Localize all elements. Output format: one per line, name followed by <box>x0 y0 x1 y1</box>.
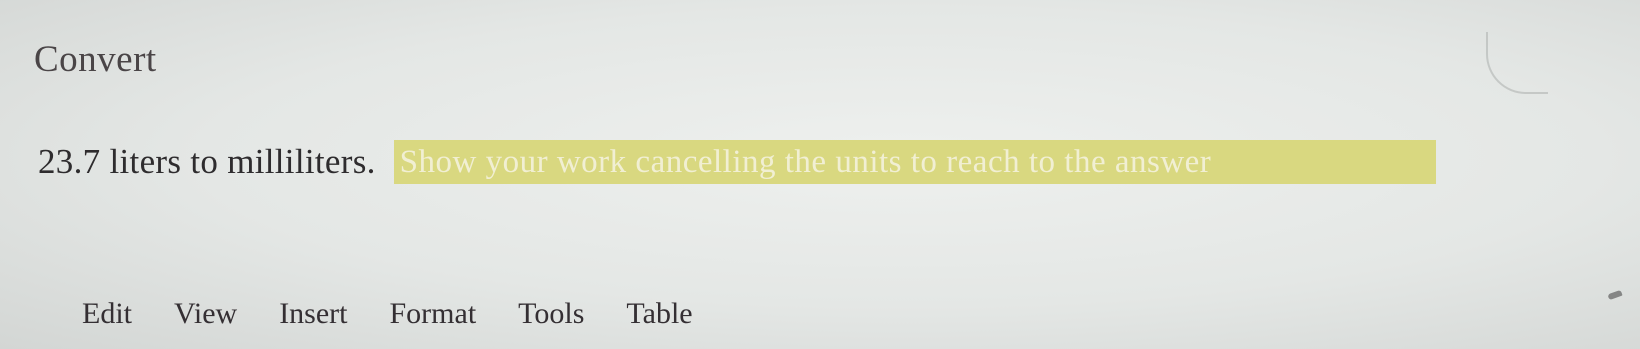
question-instruction-highlight: Show your work cancelling the units to r… <box>393 140 1436 184</box>
menu-table[interactable]: Table <box>626 297 692 331</box>
question-title: Convert <box>34 39 157 80</box>
question-prompt: 23.7 liters to milliliters. <box>38 142 376 181</box>
mouse-cursor-icon <box>1607 289 1623 301</box>
menu-tools[interactable]: Tools <box>518 297 584 331</box>
menu-insert[interactable]: Insert <box>279 297 347 331</box>
question-line: 23.7 liters to milliliters. Show your wo… <box>38 140 1436 184</box>
menu-format[interactable]: Format <box>390 297 477 331</box>
corner-mark <box>1486 32 1548 94</box>
menu-edit[interactable]: Edit <box>82 297 132 331</box>
menu-view[interactable]: View <box>174 297 237 331</box>
editor-menubar: Edit View Insert Format Tools Table <box>82 294 693 334</box>
